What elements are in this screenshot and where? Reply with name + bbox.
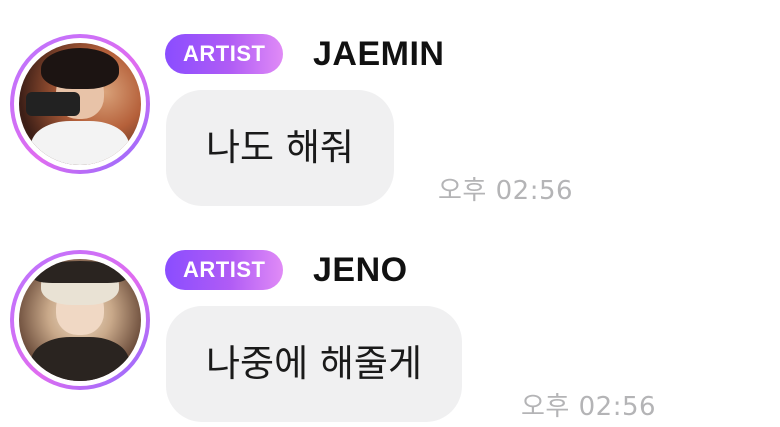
- sender-name[interactable]: JENO: [313, 248, 408, 292]
- photo-hat: [33, 261, 127, 284]
- sender-name[interactable]: JAEMIN: [313, 32, 444, 76]
- avatar-photo: [19, 259, 141, 381]
- photo-shirt: [31, 121, 129, 165]
- photo-camera: [26, 91, 80, 117]
- artist-badge: ARTIST: [165, 34, 284, 74]
- avatar[interactable]: [10, 250, 150, 390]
- avatar-photo: [19, 43, 141, 165]
- message-timestamp: 오후 02:56: [521, 392, 657, 422]
- chat-message: ARTIST JAEMIN 나도 해줘 오후 02:56: [0, 22, 780, 222]
- avatar[interactable]: [10, 34, 150, 174]
- avatar-ring: [14, 254, 146, 386]
- message-bubble[interactable]: 나도 해줘: [166, 90, 394, 206]
- message-timestamp: 오후 02:56: [438, 176, 574, 206]
- photo-jacket: [31, 337, 129, 381]
- avatar-ring: [14, 38, 146, 170]
- photo-hair: [40, 47, 120, 90]
- artist-badge: ARTIST: [165, 250, 284, 290]
- message-bubble[interactable]: 나중에 해줄게: [166, 306, 463, 422]
- chat-thread: ARTIST JAEMIN 나도 해줘 오후 02:56 ARTIST JENO…: [0, 0, 780, 427]
- chat-message: ARTIST JENO 나중에 해줄게 오후 02:56: [0, 238, 780, 427]
